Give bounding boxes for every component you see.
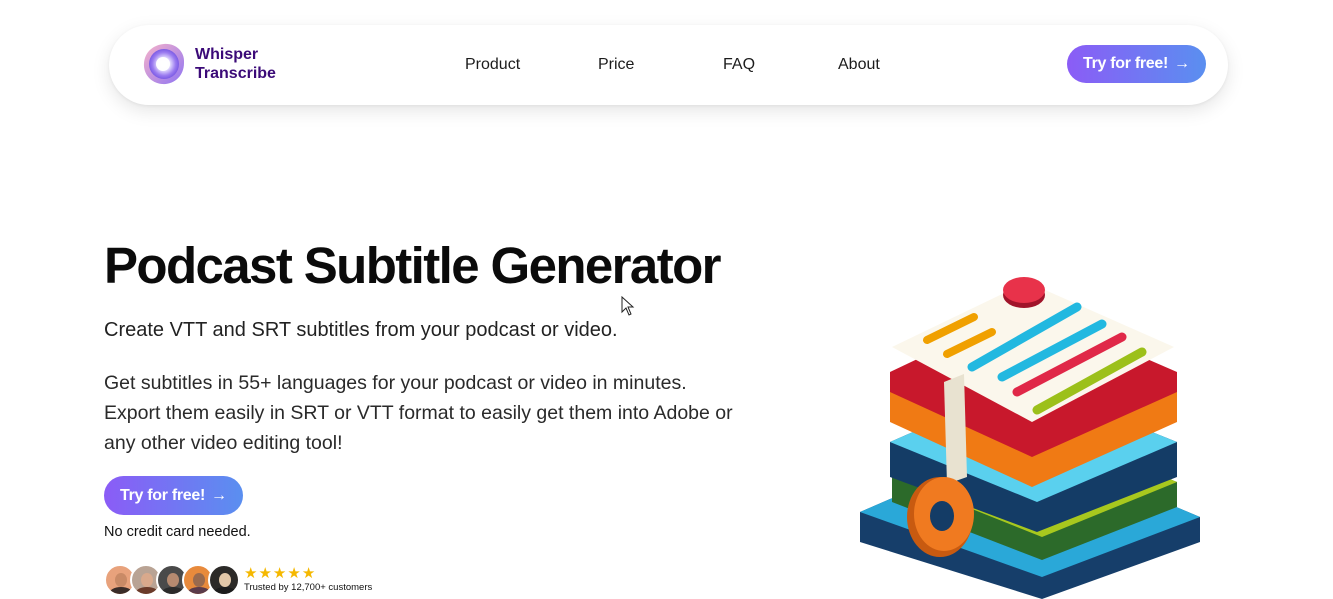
star-icon: ★ xyxy=(287,565,301,582)
nav-link-faq[interactable]: FAQ xyxy=(723,56,755,74)
nav-link-price[interactable]: Price xyxy=(598,56,634,74)
try-for-free-nav-button[interactable]: Try for free! → xyxy=(1067,45,1206,83)
hero-description: Get subtitles in 55+ languages for your … xyxy=(104,372,733,454)
subtitle-stack-illustration xyxy=(852,262,1208,599)
social-proof: ★ ★ ★ ★ ★ Trusted by 12,700+ customers xyxy=(104,564,372,596)
customer-avatars xyxy=(104,564,240,596)
trusted-by-text: Trusted by 12,700+ customers xyxy=(244,582,373,593)
rating-stars: ★ ★ ★ ★ ★ xyxy=(244,565,372,582)
star-icon: ★ xyxy=(258,565,272,582)
try-for-free-hero-button[interactable]: Try for free! → xyxy=(104,476,243,515)
top-navbar: Whisper Transcribe Product Price FAQ Abo… xyxy=(109,25,1228,105)
star-icon: ★ xyxy=(244,565,258,582)
nav-links: Product Price FAQ About xyxy=(109,25,1228,105)
hero-subtitle: Create VTT and SRT subtitles from your p… xyxy=(104,319,618,341)
try-for-free-label: Try for free! xyxy=(120,486,206,504)
arrow-right-icon: → xyxy=(1174,55,1190,72)
arrow-right-icon: → xyxy=(211,486,227,504)
mouse-cursor-icon xyxy=(621,295,635,321)
star-icon: ★ xyxy=(272,565,287,582)
avatar xyxy=(208,564,240,596)
nav-link-product[interactable]: Product xyxy=(465,56,520,74)
try-for-free-label: Try for free! xyxy=(1083,55,1169,72)
star-icon: ★ xyxy=(301,565,316,582)
nav-link-about[interactable]: About xyxy=(838,56,880,74)
no-credit-card-note: No credit card needed. xyxy=(104,524,251,540)
page-title: Podcast Subtitle Generator xyxy=(104,237,721,294)
